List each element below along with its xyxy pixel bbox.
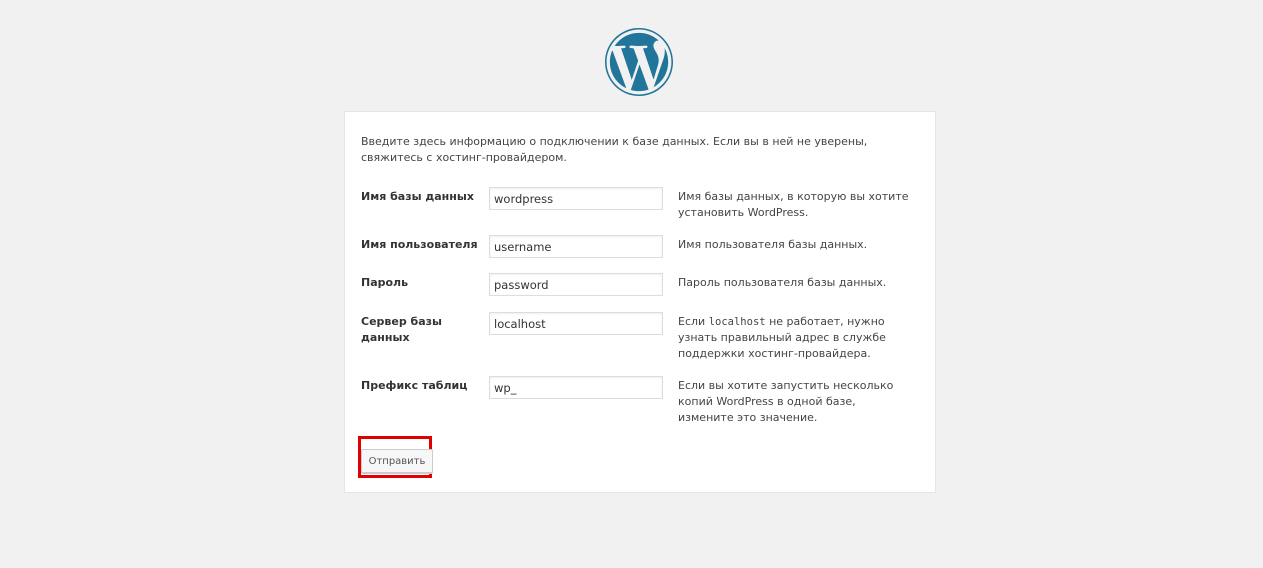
- password-label: Пароль: [361, 276, 409, 289]
- intro-text: Введите здесь информацию о подключении к…: [361, 135, 868, 164]
- dbhost-label: Сервер базы данных: [361, 315, 442, 344]
- wordpress-logo-icon: [605, 28, 673, 96]
- prefix-input[interactable]: [489, 376, 663, 399]
- prefix-label: Префикс таблиц: [361, 379, 468, 392]
- dbname-label: Имя базы данных: [361, 190, 474, 203]
- prefix-description: Если вы хотите запустить несколько копий…: [678, 379, 894, 424]
- dbhost-description-prefix: Если: [678, 315, 709, 328]
- username-label: Имя пользователя: [361, 238, 478, 251]
- dbhost-description-code: localhost: [708, 316, 766, 328]
- submit-button[interactable]: Отправить: [361, 449, 433, 473]
- dbhost-description: Если localhost не работает, нужно узнать…: [678, 314, 914, 362]
- username-description: Имя пользователя базы данных.: [678, 238, 868, 251]
- dbname-description: Имя базы данных, в которую вы хотите уст…: [678, 190, 909, 219]
- dbhost-input[interactable]: [489, 312, 663, 335]
- password-description: Пароль пользователя базы данных.: [678, 276, 887, 289]
- dbname-input[interactable]: [489, 187, 663, 210]
- username-input[interactable]: [489, 235, 663, 258]
- setup-config-form: Введите здесь информацию о подключении к…: [344, 111, 936, 493]
- password-input[interactable]: [489, 273, 663, 296]
